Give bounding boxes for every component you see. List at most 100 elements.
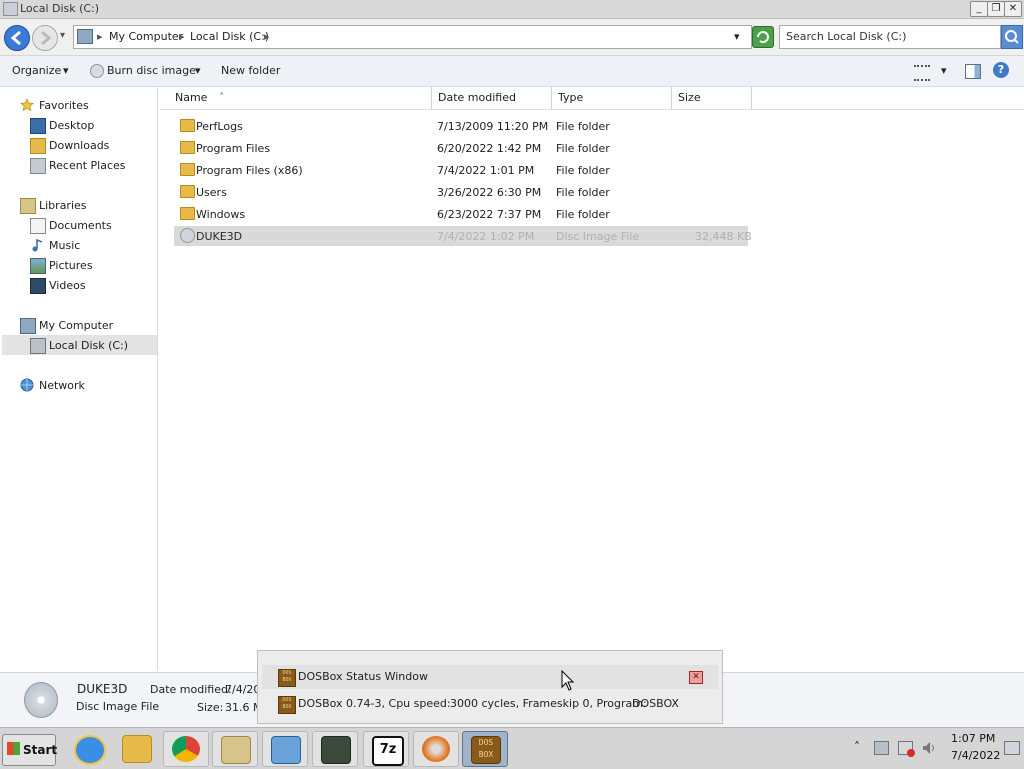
window-title: Local Disk (C:) xyxy=(20,2,100,15)
dosbox-close-button[interactable]: ✕ xyxy=(689,671,703,684)
videos-icon xyxy=(30,278,46,294)
details-date-value: 7/4/20 xyxy=(225,683,261,696)
minimize-button[interactable]: _ xyxy=(970,1,988,17)
taskbar-libraries[interactable] xyxy=(212,731,258,767)
address-bar-row: ▾ ▸ My Computer ▸ Local Disk (C:) ▸ ▾ Se… xyxy=(0,19,1024,56)
nav-libraries[interactable]: Libraries xyxy=(20,197,150,215)
column-header-date[interactable]: Date modified xyxy=(432,87,552,109)
new-folder-button[interactable]: New folder xyxy=(221,64,280,77)
command-bar: Organize ▾ Burn disc image ▾ New folder … xyxy=(0,56,1024,87)
navigation-pane: Favorites Desktop Downloads Recent Place… xyxy=(0,87,158,670)
volume-icon[interactable] xyxy=(921,740,937,756)
file-row[interactable]: Windows 6/23/2022 7:37 PM File folder xyxy=(174,204,748,224)
explorer-window-icon xyxy=(3,2,18,16)
recent-pages-dropdown[interactable]: ▾ xyxy=(60,30,65,41)
title-bar[interactable]: Local Disk (C:) _ ❐ ✕ xyxy=(0,0,1024,19)
dosbox-status-row: DOS BOX DOSBox 0.74-3, Cpu speed: 3000 c… xyxy=(262,693,718,717)
nav-music[interactable]: Music xyxy=(30,237,150,255)
burn-disc-image-button[interactable]: Burn disc image xyxy=(107,64,196,77)
file-row[interactable]: PerfLogs 7/13/2009 11:20 PM File folder xyxy=(174,116,748,136)
dosbox-icon: DOS BOX xyxy=(278,696,296,714)
nav-recent-places[interactable]: Recent Places xyxy=(30,157,150,175)
search-input[interactable]: Search Local Disk (C:) xyxy=(779,25,1001,49)
search-button[interactable] xyxy=(1001,25,1023,49)
organize-button[interactable]: Organize xyxy=(12,64,61,77)
nav-documents[interactable]: Documents xyxy=(30,217,150,235)
desktop-icon xyxy=(30,118,46,134)
back-button[interactable] xyxy=(4,25,30,51)
preview-pane-icon[interactable] xyxy=(965,64,981,79)
folder-icon xyxy=(122,735,152,763)
show-hidden-icons-button[interactable]: ˄ xyxy=(854,740,860,754)
file-row-selected[interactable]: DUKE3D 7/4/2022 1:02 PM Disc Image File … xyxy=(174,226,752,246)
breadcrumb-my-computer[interactable]: My Computer xyxy=(109,30,183,43)
details-date-label: Date modified: xyxy=(150,683,232,696)
dosbox-program: DOSBOX xyxy=(632,697,679,710)
folder-icon xyxy=(180,185,195,198)
nav-downloads[interactable]: Downloads xyxy=(30,137,150,155)
dosbox-title-row: DOS BOX DOSBox Status Window xyxy=(262,665,718,689)
downloads-icon xyxy=(30,138,46,154)
view-options-icon[interactable] xyxy=(914,65,930,81)
help-icon[interactable]: ? xyxy=(993,62,1009,78)
taskbar: Start 7z DOS BOX ˄ 1:07 PM 7/4/2022 xyxy=(0,727,1024,769)
nav-favorites[interactable]: Favorites xyxy=(20,97,150,115)
taskbar-7zip[interactable]: 7z xyxy=(363,731,409,767)
details-file-name: DUKE3D xyxy=(77,682,128,696)
close-button[interactable]: ✕ xyxy=(1004,1,1022,17)
nav-local-disk-c[interactable]: Local Disk (C:) xyxy=(30,337,150,355)
search-icon xyxy=(1005,30,1019,44)
maximize-button[interactable]: ❐ xyxy=(987,1,1005,17)
refresh-button[interactable] xyxy=(752,26,774,48)
start-button[interactable]: Start xyxy=(2,734,57,766)
dosbox-status-window[interactable]: DOS BOX DOSBox Status Window ✕ DOS BOX D… xyxy=(257,650,723,724)
nav-videos[interactable]: Videos xyxy=(30,277,150,295)
address-box[interactable]: ▸ My Computer ▸ Local Disk (C:) ▸ ▾ xyxy=(73,25,752,49)
taskbar-dosbox[interactable]: DOS BOX xyxy=(462,731,508,767)
network-disconnected-icon[interactable] xyxy=(898,741,915,757)
nav-my-computer[interactable]: My Computer xyxy=(20,317,150,335)
file-row[interactable]: Users 3/26/2022 6:30 PM File folder xyxy=(174,182,748,202)
burn-disc-icon xyxy=(90,64,104,78)
disc-image-large-icon xyxy=(24,682,58,718)
clock-time[interactable]: 1:07 PM xyxy=(951,732,995,745)
folder-icon xyxy=(180,207,195,220)
internet-explorer-icon xyxy=(74,735,106,765)
nav-pictures[interactable]: Pictures xyxy=(30,257,150,275)
search-placeholder: Search Local Disk (C:) xyxy=(786,30,907,43)
column-header-size[interactable]: Size xyxy=(672,87,752,109)
folder-icon xyxy=(180,141,195,154)
burning-disc-icon xyxy=(422,736,450,762)
taskbar-task-manager[interactable] xyxy=(312,731,358,767)
column-header-type[interactable]: Type xyxy=(552,87,672,109)
column-header-name[interactable]: Name ˆ xyxy=(169,87,432,109)
view-dropdown-icon[interactable]: ▾ xyxy=(941,64,947,77)
details-size-label: Size: xyxy=(197,701,224,714)
forward-button[interactable] xyxy=(32,25,58,51)
burn-dropdown-icon[interactable]: ▾ xyxy=(195,64,201,77)
taskbar-disc-burner[interactable] xyxy=(413,731,459,767)
taskbar-chrome[interactable] xyxy=(163,731,209,767)
file-row[interactable]: Program Files 6/20/2022 1:42 PM File fol… xyxy=(174,138,748,158)
drive-icon xyxy=(30,338,46,354)
computer-icon xyxy=(77,29,93,44)
taskbar-control-panel[interactable] xyxy=(262,731,308,767)
action-center-icon[interactable] xyxy=(874,741,889,755)
address-dropdown[interactable]: ▾ xyxy=(734,30,740,43)
task-manager-icon xyxy=(321,736,351,764)
taskbar-internet-explorer[interactable] xyxy=(66,731,110,765)
dosbox-cycles: 3000 cycles, Frameskip 0, Program: xyxy=(450,697,647,710)
show-desktop-icon[interactable] xyxy=(1004,741,1020,755)
network-icon xyxy=(20,378,34,392)
star-icon xyxy=(20,98,34,112)
clock-date[interactable]: 7/4/2022 xyxy=(951,749,1000,762)
file-row[interactable]: Program Files (x86) 7/4/2022 1:01 PM Fil… xyxy=(174,160,748,180)
control-panel-icon xyxy=(271,736,301,764)
nav-desktop[interactable]: Desktop xyxy=(30,117,150,135)
breadcrumb-local-disk[interactable]: Local Disk (C:) xyxy=(190,30,269,43)
nav-network[interactable]: Network xyxy=(20,377,150,395)
taskbar-explorer[interactable] xyxy=(114,731,158,765)
organize-dropdown-icon[interactable]: ▾ xyxy=(63,64,69,77)
libraries-icon xyxy=(20,198,36,214)
breadcrumb-separator: ▸ xyxy=(264,30,270,43)
